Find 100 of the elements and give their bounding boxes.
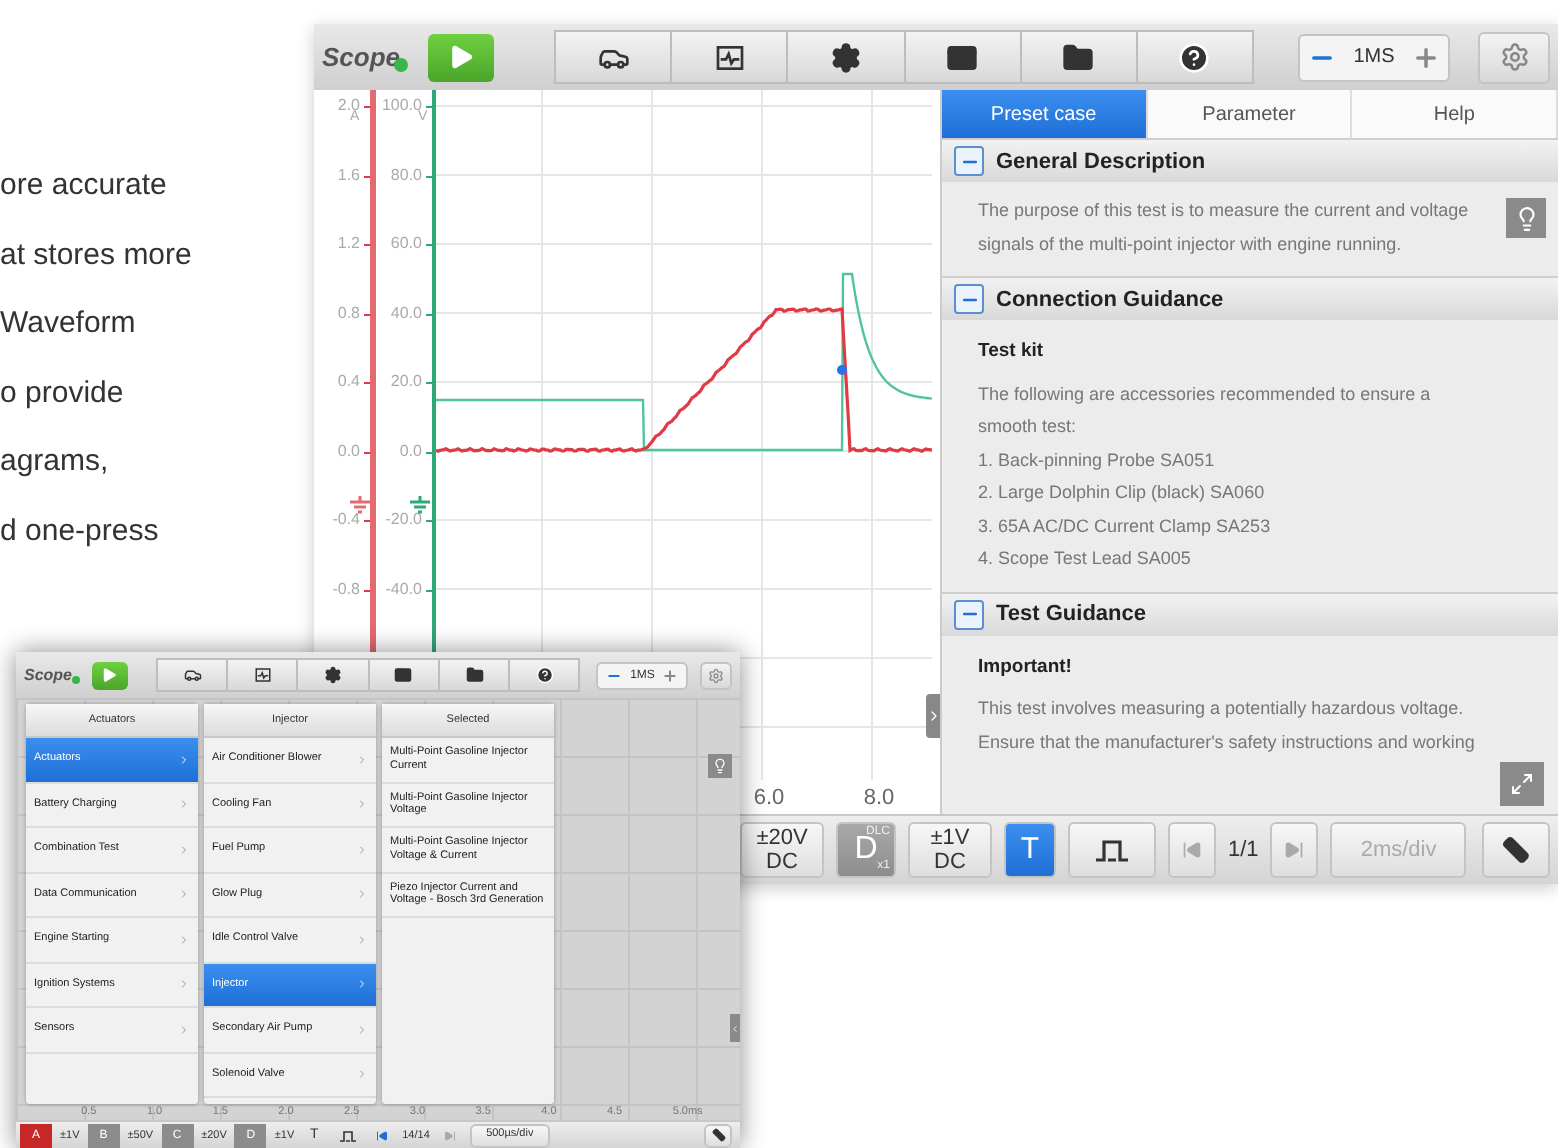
play-icon xyxy=(446,42,477,72)
help-button[interactable] xyxy=(510,658,581,692)
time-base-value: 1MS xyxy=(1353,46,1395,68)
help-button[interactable] xyxy=(1137,30,1255,84)
help-icon xyxy=(1178,41,1211,73)
collapse-icon[interactable] xyxy=(954,284,984,314)
chevron-icon xyxy=(356,798,368,811)
range-button[interactable]: ±1V DC xyxy=(908,822,992,878)
collapse-icon[interactable] xyxy=(954,599,984,629)
plus-icon[interactable] xyxy=(662,667,679,683)
axis-tick-label: 20.0 xyxy=(390,366,432,435)
axis-tick-label: -40.0 xyxy=(385,573,432,642)
axis-tick-label: -20.0 xyxy=(385,504,432,573)
text-line: d one-press xyxy=(0,511,161,551)
paragraph: The purpose of this test is to measure the current and voltage signals of the multi-point injector with engine running. xyxy=(978,198,1471,258)
chevron-icon xyxy=(356,978,368,991)
axis-tick-label: 60.0 xyxy=(390,228,432,297)
chevron-icon xyxy=(178,978,190,991)
paragraph: 2. Large Dolphin Clip (black) SA060 xyxy=(978,480,1267,506)
text-line: ore accurate xyxy=(0,166,169,206)
chevron-icon xyxy=(356,1068,368,1081)
paragraph: 4. Scope Test Lead SA005 xyxy=(978,546,1193,572)
skip-forward-icon xyxy=(1284,840,1305,860)
text-line: at stores more xyxy=(0,235,192,275)
pulse-icon xyxy=(340,1129,357,1141)
lightbulb-icon xyxy=(1513,205,1539,231)
chevron-icon xyxy=(356,843,368,856)
lightbulb-icon xyxy=(712,758,728,774)
text-line: o provide xyxy=(0,373,126,413)
chevron-icon xyxy=(178,1023,190,1036)
collapse-icon[interactable] xyxy=(954,146,984,176)
app-name: Scope xyxy=(322,42,409,72)
hint-button[interactable] xyxy=(708,754,732,778)
axis-tick-label: 40.0 xyxy=(390,297,432,366)
section-title: Test Guidance xyxy=(996,602,1146,626)
waveform-folder-button[interactable] xyxy=(228,658,299,692)
paragraph: The following are accessories recommended to ensure a smooth test: xyxy=(978,381,1433,440)
section-title: Connection Guidance xyxy=(996,287,1224,311)
trigger-button[interactable]: T xyxy=(1004,822,1056,878)
text-line: Waveform xyxy=(0,304,138,344)
time-axis-label: 6.0 xyxy=(751,784,787,814)
chevron-icon xyxy=(926,708,942,724)
chevron-icon xyxy=(178,888,190,901)
section-title: General Description xyxy=(996,149,1206,173)
axis-tick-label: 0.8 xyxy=(337,297,370,366)
paragraph: 3. 65A AC/DC Current Clamp SA253 xyxy=(978,513,1273,540)
window-button[interactable] xyxy=(905,30,1022,84)
expand-icon xyxy=(1510,772,1534,796)
skip-back-icon xyxy=(376,1129,389,1141)
car-button[interactable] xyxy=(554,30,673,84)
tab[interactable]: Preset case xyxy=(942,90,1148,138)
settings-button[interactable] xyxy=(298,658,370,692)
section-header[interactable]: Test Guidance xyxy=(942,591,1558,635)
axis-tick-label: 80.0 xyxy=(390,159,432,228)
tab[interactable]: Parameter xyxy=(1147,90,1353,138)
window-button[interactable] xyxy=(369,658,440,692)
folder-button[interactable] xyxy=(439,658,511,692)
axis-tick-label: 1.6 xyxy=(337,159,370,228)
settings-button[interactable] xyxy=(788,30,906,84)
ground-icon xyxy=(350,496,370,514)
time-base-control[interactable]: 1MS xyxy=(1298,33,1451,81)
car-button[interactable] xyxy=(155,658,229,692)
play-button[interactable] xyxy=(428,33,495,81)
plus-icon[interactable] xyxy=(1412,43,1441,71)
chevron-icon xyxy=(178,843,190,856)
waveform-folder-icon xyxy=(253,666,272,684)
chevron-icon xyxy=(356,933,368,946)
play-button[interactable] xyxy=(92,661,128,689)
ruler-button[interactable] xyxy=(1482,822,1550,878)
window-icon xyxy=(394,666,413,684)
app-name: Scope xyxy=(24,666,81,684)
folder-button[interactable] xyxy=(1021,30,1138,84)
hint-button[interactable] xyxy=(1506,198,1546,238)
edge-button[interactable] xyxy=(1068,822,1156,878)
car-icon xyxy=(183,666,202,684)
ruler-button[interactable] xyxy=(704,1123,732,1147)
tab[interactable]: Help xyxy=(1352,90,1558,138)
section-header[interactable]: General Description xyxy=(942,138,1558,182)
play-icon xyxy=(100,666,119,684)
collapse-handle[interactable] xyxy=(730,1014,740,1042)
axis-tick-label: 0.4 xyxy=(337,366,370,435)
axis-tick-label: -0.4 xyxy=(332,504,370,573)
chevron-icon xyxy=(178,798,190,811)
fullscreen-button[interactable] xyxy=(1500,762,1544,806)
axis-tick-label: 1.2 xyxy=(337,228,370,297)
ruler-icon xyxy=(1502,836,1530,864)
ruler-icon xyxy=(711,1128,725,1142)
chevron-icon xyxy=(178,753,190,766)
waveform-folder-button[interactable] xyxy=(672,30,789,84)
subheading: Important! xyxy=(978,653,1074,681)
chevron-icon xyxy=(356,753,368,766)
time-axis-label: 8.0 xyxy=(861,784,897,814)
range-button[interactable]: ±20V DC xyxy=(740,822,824,878)
help-icon xyxy=(535,666,554,684)
section-header[interactable]: Connection Guidance xyxy=(942,276,1558,320)
ground-icon xyxy=(410,496,430,514)
skip-forward-icon xyxy=(443,1129,456,1141)
paragraph: 1. Back-pinning Probe SA051 xyxy=(978,447,1217,474)
subheading: Test kit xyxy=(978,338,1046,366)
window-icon xyxy=(946,41,979,73)
